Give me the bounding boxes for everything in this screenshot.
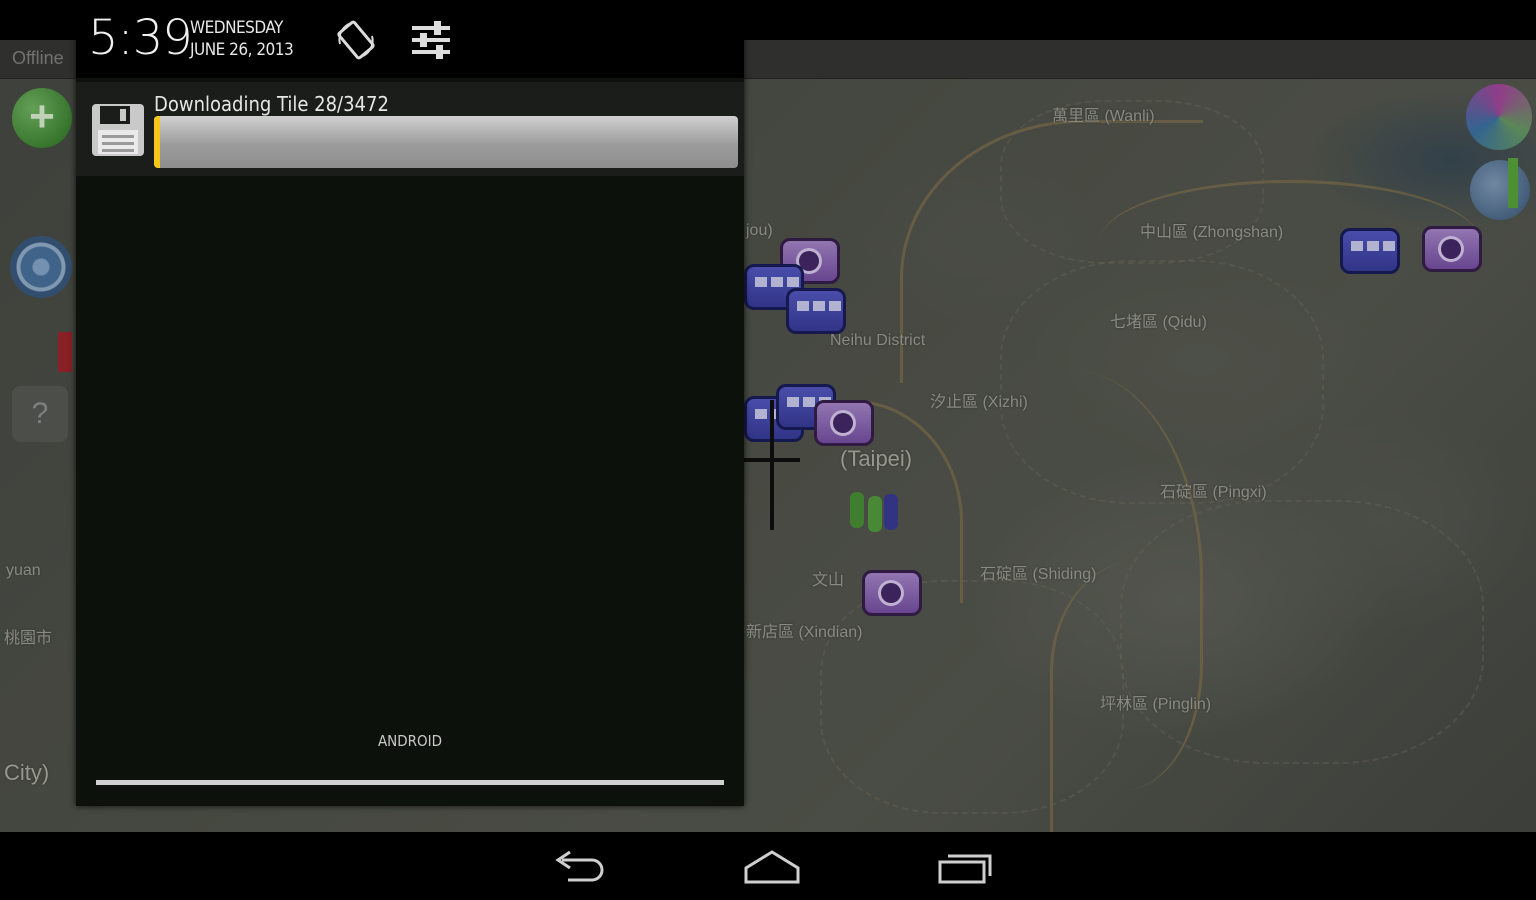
navigation-bar	[0, 832, 1536, 900]
recent-apps-icon[interactable]	[934, 846, 998, 886]
quick-settings-icon[interactable]	[410, 20, 452, 60]
download-notification[interactable]: Downloading Tile 28/3472	[76, 82, 744, 176]
notification-title: Downloading Tile 28/3472	[154, 92, 389, 116]
shade-header: 5:39 WEDNESDAY JUNE 26, 2013	[76, 0, 744, 78]
auto-rotate-icon[interactable]	[334, 18, 378, 62]
floppy-disk-icon	[92, 104, 144, 156]
download-progress-bar	[154, 116, 738, 168]
weekday: WEDNESDAY	[190, 18, 283, 38]
shade-drag-handle[interactable]	[96, 780, 724, 785]
clock: 5:39	[88, 10, 193, 66]
back-icon[interactable]	[548, 846, 612, 886]
notification-shade[interactable]: 5:39 WEDNESDAY JUNE 26, 2013 Downloading…	[76, 0, 744, 806]
download-progress-fill	[154, 116, 160, 168]
carrier-label: ANDROID	[377, 732, 443, 750]
date: JUNE 26, 2013	[190, 40, 294, 60]
home-icon[interactable]	[740, 846, 804, 886]
